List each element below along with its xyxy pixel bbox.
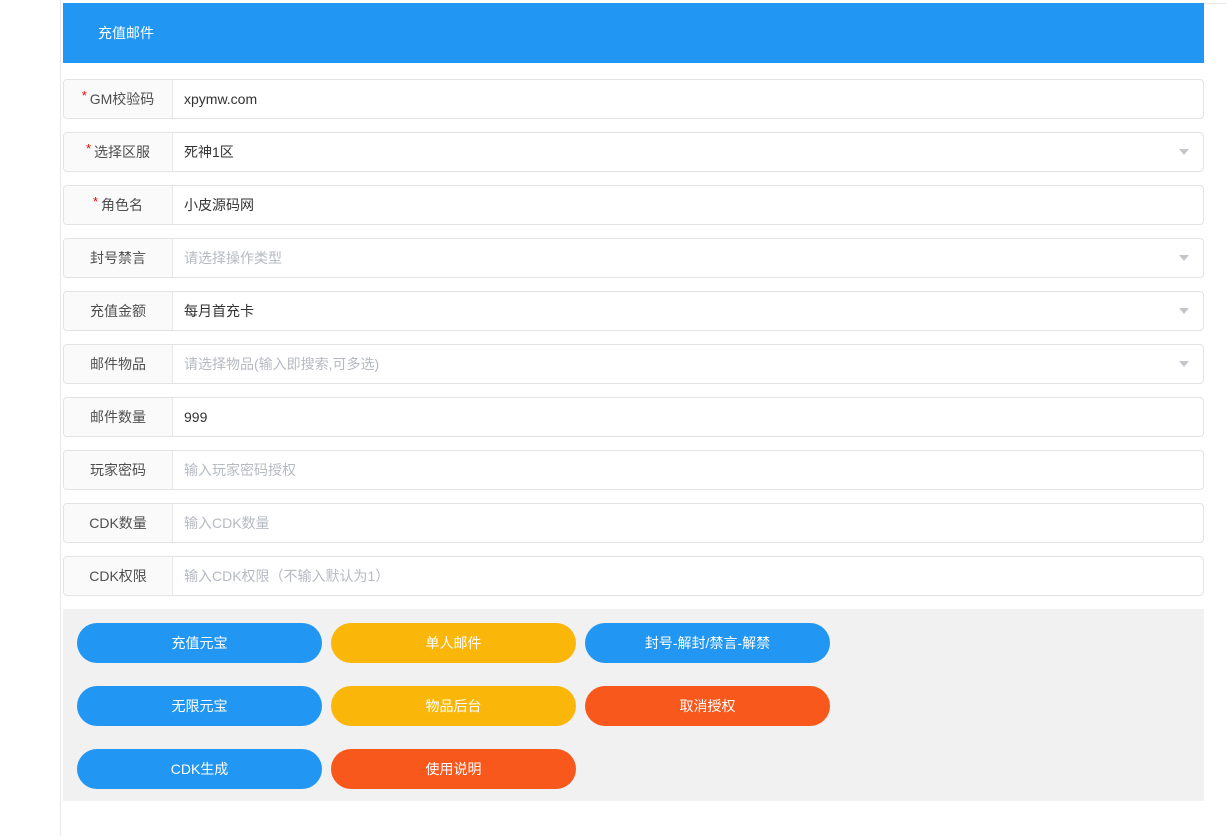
field-value: 死神1区 [184, 142, 1171, 162]
ban-mute-select[interactable]: 请选择操作类型 [173, 239, 1203, 277]
button-label: 物品后台 [426, 696, 482, 716]
cancel-auth-button[interactable]: 取消授权 [585, 686, 830, 726]
role-name-input[interactable]: 小皮源码网 [173, 186, 1203, 224]
field-value: 每月首充卡 [184, 301, 1171, 321]
field-value: 输入CDK数量 [184, 513, 1189, 533]
top-border-line [1204, 3, 1226, 4]
cdk-generate-button[interactable]: CDK生成 [77, 749, 322, 789]
field-label: 邮件数量 [64, 398, 173, 436]
field-label: * 角色名 [64, 186, 173, 224]
form-row: * 角色名 小皮源码网 [63, 185, 1204, 225]
gm-code-input[interactable]: xpymw.com [173, 80, 1203, 118]
field-label-text: CDK权限 [89, 566, 147, 586]
panel-title: 充值邮件 [98, 23, 154, 43]
page: 充值邮件 * GM校验码 xpymw.com * 选择区服 死神1区 * 角色名… [0, 0, 1226, 836]
field-label-text: CDK数量 [89, 513, 147, 533]
button-row: 充值元宝 单人邮件 封号-解封/禁言-解禁 [77, 623, 1190, 663]
form-row: CDK数量 输入CDK数量 [63, 503, 1204, 543]
item-backend-button[interactable]: 物品后台 [331, 686, 576, 726]
field-label-text: 封号禁言 [90, 248, 146, 268]
field-label-text: 邮件物品 [90, 354, 146, 374]
field-label-text: 充值金额 [90, 301, 146, 321]
field-label-text: 玩家密码 [90, 460, 146, 480]
cdk-permission-input[interactable]: 输入CDK权限（不输入默认为1） [173, 557, 1203, 595]
form-row: * 选择区服 死神1区 [63, 132, 1204, 172]
button-label: CDK生成 [171, 759, 229, 779]
chevron-down-icon [1179, 308, 1189, 314]
actions-panel: 充值元宝 单人邮件 封号-解封/禁言-解禁 无限元宝 物品后台 取消授权 CDK… [63, 609, 1204, 801]
form-row: * GM校验码 xpymw.com [63, 79, 1204, 119]
panel-header: 充值邮件 [63, 3, 1204, 63]
button-label: 封号-解封/禁言-解禁 [645, 633, 770, 653]
field-value: 999 [184, 409, 1189, 425]
button-label: 充值元宝 [172, 633, 228, 653]
field-label: 玩家密码 [64, 451, 173, 489]
field-label-text: 选择区服 [94, 142, 150, 162]
field-label: * GM校验码 [64, 80, 173, 118]
required-asterisk: * [86, 141, 91, 156]
recharge-yuanbao-button[interactable]: 充值元宝 [77, 623, 322, 663]
form-row: 充值金额 每月首充卡 [63, 291, 1204, 331]
field-value: xpymw.com [184, 91, 1189, 107]
mail-count-input[interactable]: 999 [173, 398, 1203, 436]
field-label: * 选择区服 [64, 133, 173, 171]
field-label: 邮件物品 [64, 345, 173, 383]
button-label: 取消授权 [680, 696, 736, 716]
form-row: 邮件物品 请选择物品(输入即搜索,可多选) [63, 344, 1204, 384]
field-value: 小皮源码网 [184, 195, 1189, 215]
field-value: 输入玩家密码授权 [184, 460, 1189, 480]
field-label-text: GM校验码 [90, 89, 155, 109]
button-label: 使用说明 [426, 759, 482, 779]
ban-unban-mute-button[interactable]: 封号-解封/禁言-解禁 [585, 623, 830, 663]
button-row: CDK生成 使用说明 [77, 749, 1190, 789]
player-password-input[interactable]: 输入玩家密码授权 [173, 451, 1203, 489]
form-row: CDK权限 输入CDK权限（不输入默认为1） [63, 556, 1204, 596]
field-label-text: 邮件数量 [90, 407, 146, 427]
field-label: 封号禁言 [64, 239, 173, 277]
button-label: 无限元宝 [172, 696, 228, 716]
field-value: 请选择物品(输入即搜索,可多选) [184, 354, 1171, 374]
server-select-select[interactable]: 死神1区 [173, 133, 1203, 171]
cdk-count-input[interactable]: 输入CDK数量 [173, 504, 1203, 542]
button-label: 单人邮件 [426, 633, 482, 653]
button-row: 无限元宝 物品后台 取消授权 [77, 686, 1190, 726]
form-row: 封号禁言 请选择操作类型 [63, 238, 1204, 278]
field-value: 请选择操作类型 [184, 248, 1171, 268]
unlimited-yuanbao-button[interactable]: 无限元宝 [77, 686, 322, 726]
required-asterisk: * [82, 88, 87, 103]
field-label: 充值金额 [64, 292, 173, 330]
sidebar-divider [60, 0, 61, 836]
chevron-down-icon [1179, 361, 1189, 367]
form-row: 邮件数量 999 [63, 397, 1204, 437]
mail-items-select[interactable]: 请选择物品(输入即搜索,可多选) [173, 345, 1203, 383]
recharge-amount-select[interactable]: 每月首充卡 [173, 292, 1203, 330]
form: * GM校验码 xpymw.com * 选择区服 死神1区 * 角色名 小皮源码… [63, 79, 1204, 596]
field-label-text: 角色名 [101, 195, 143, 215]
chevron-down-icon [1179, 255, 1189, 261]
content-panel: 充值邮件 * GM校验码 xpymw.com * 选择区服 死神1区 * 角色名… [63, 3, 1204, 801]
field-label: CDK数量 [64, 504, 173, 542]
field-label: CDK权限 [64, 557, 173, 595]
required-asterisk: * [93, 194, 98, 209]
field-value: 输入CDK权限（不输入默认为1） [184, 566, 1189, 586]
chevron-down-icon [1179, 149, 1189, 155]
usage-instructions-button[interactable]: 使用说明 [331, 749, 576, 789]
single-mail-button[interactable]: 单人邮件 [331, 623, 576, 663]
form-row: 玩家密码 输入玩家密码授权 [63, 450, 1204, 490]
